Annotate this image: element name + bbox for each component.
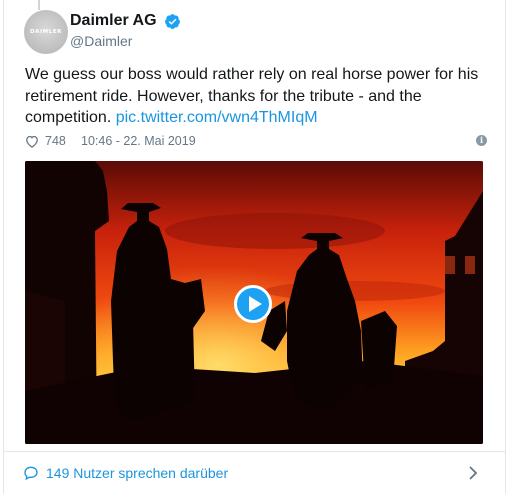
verified-badge-icon <box>165 14 180 29</box>
tweet-meta: 748 10:46 - 22. Mai 2019 i <box>25 133 487 151</box>
conversation-link[interactable]: 149 Nutzer sprechen darüber <box>4 452 505 494</box>
info-icon[interactable]: i <box>476 135 487 146</box>
tweet-text: We guess our boss would rather rely on r… <box>25 64 495 129</box>
tweet-media-link[interactable]: pic.twitter.com/vwn4ThMIqM <box>116 109 318 126</box>
heart-icon[interactable] <box>25 135 39 148</box>
conversation-count: 149 Nutzer sprechen darüber <box>46 465 229 481</box>
avatar[interactable]: DAIMLER <box>24 10 68 54</box>
play-icon[interactable] <box>234 285 272 323</box>
thread-line <box>38 0 40 10</box>
chevron-right-icon <box>469 466 478 480</box>
avatar-logo-text: DAIMLER <box>29 29 63 35</box>
timestamp[interactable]: 10:46 - 22. Mai 2019 <box>81 134 196 148</box>
reply-bubble-icon <box>24 466 38 481</box>
video-thumbnail[interactable] <box>25 161 483 444</box>
like-count: 748 <box>45 134 66 148</box>
tweet-card: DAIMLER Daimler AG @Daimler We guess our… <box>3 0 506 494</box>
display-name[interactable]: Daimler AG <box>70 12 157 30</box>
user-handle[interactable]: @Daimler <box>70 33 132 49</box>
